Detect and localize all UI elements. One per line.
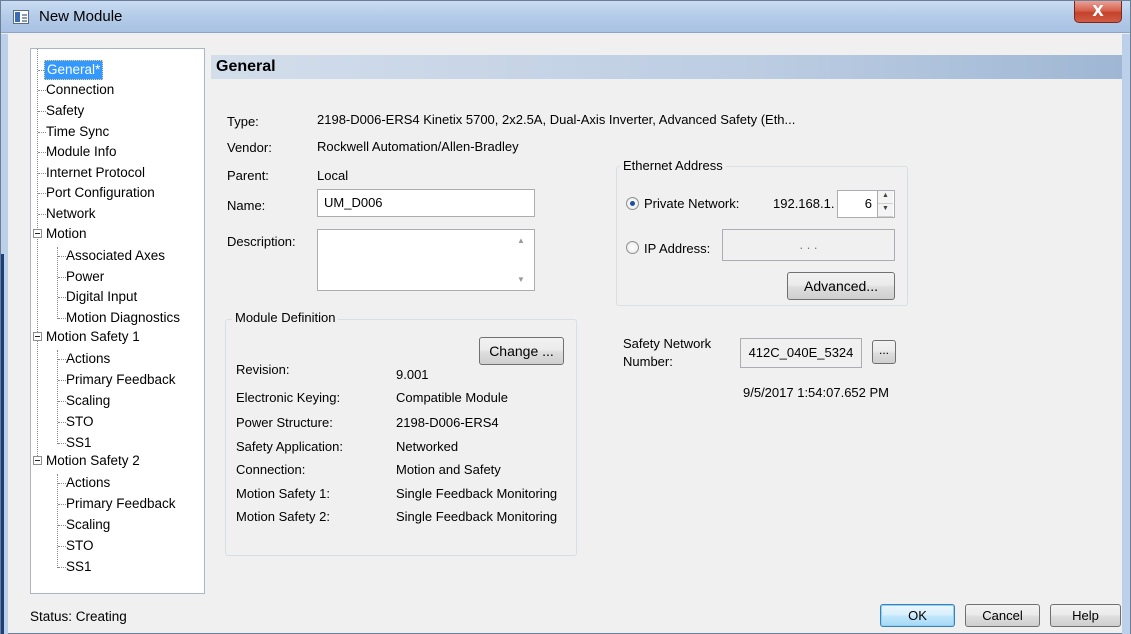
tree-item-network[interactable]: Network: [44, 204, 98, 224]
motion-safety-2-value: Single Feedback Monitoring: [396, 509, 558, 524]
private-network-octet: 6: [864, 196, 872, 211]
tree-item-motion-safety-1[interactable]: Motion Safety 1: [44, 327, 142, 347]
tree-item-motion[interactable]: Motion: [44, 224, 89, 244]
revision-value: 9.001: [396, 367, 429, 382]
tree-item-internet-protocol[interactable]: Internet Protocol: [44, 163, 147, 183]
motion-safety-1-label: Motion Safety 1:: [236, 486, 330, 501]
ethernet-address-title: Ethernet Address: [620, 158, 726, 173]
window-right-border: [1122, 34, 1130, 634]
new-module-dialog: New Module X General* Connection Safety …: [0, 0, 1131, 634]
power-structure-label: Power Structure:: [236, 415, 333, 430]
type-value: 2198-D006-ERS4 Kinetix 5700, 2x2.5A, Dua…: [317, 112, 796, 127]
safety-network-browse-button[interactable]: ...: [872, 340, 896, 364]
module-definition-title: Module Definition: [232, 310, 339, 325]
status-text: Status: Creating: [30, 609, 127, 624]
tree-item-associated-axes[interactable]: Associated Axes: [64, 246, 167, 266]
tree-connector: [57, 474, 58, 568]
tree-item-ms2-primary-feedback[interactable]: Primary Feedback: [64, 494, 178, 514]
scroll-down-icon[interactable]: ▼: [517, 275, 525, 284]
change-button[interactable]: Change ...: [479, 337, 564, 365]
power-structure-value: 2198-D006-ERS4: [396, 415, 499, 430]
ok-button[interactable]: OK: [880, 604, 955, 627]
safety-application-label: Safety Application:: [236, 439, 343, 454]
page-title: General: [211, 55, 1122, 79]
window-left-border: [1, 34, 8, 634]
scroll-up-icon[interactable]: ▲: [517, 236, 525, 245]
window-title: New Module: [39, 8, 123, 25]
connection-value: Motion and Safety: [396, 462, 501, 477]
ip-address-input[interactable]: . . .: [722, 229, 895, 261]
safety-network-timestamp: 9/5/2017 1:54:07.652 PM: [743, 385, 890, 400]
tree-item-ms1-primary-feedback[interactable]: Primary Feedback: [64, 370, 178, 390]
tree-item-motion-diagnostics[interactable]: Motion Diagnostics: [64, 308, 182, 328]
tree-item-ms1-actions[interactable]: Actions: [64, 349, 112, 369]
collapse-motion-safety-2-icon[interactable]: [33, 456, 42, 465]
window-icon: [13, 10, 29, 24]
revision-label: Revision:: [236, 362, 290, 377]
spin-up-icon[interactable]: ▲: [878, 191, 893, 204]
octet-spinner[interactable]: ▲ ▼: [877, 191, 893, 217]
tree-item-ms1-scaling[interactable]: Scaling: [64, 391, 112, 411]
vendor-value: Rockwell Automation/Allen-Bradley: [317, 139, 519, 154]
ip-address-label[interactable]: IP Address:: [644, 241, 710, 256]
private-network-prefix: 192.168.1.: [773, 196, 835, 211]
tree-item-motion-safety-2[interactable]: Motion Safety 2: [44, 451, 142, 471]
private-network-radio[interactable]: [626, 197, 639, 210]
category-tree[interactable]: General* Connection Safety Time Sync Mod…: [30, 48, 205, 594]
tree-item-module-info[interactable]: Module Info: [44, 142, 119, 162]
safety-network-label-line2: Number:: [623, 354, 673, 369]
electronic-keying-value: Compatible Module: [396, 390, 509, 405]
tree-item-safety[interactable]: Safety: [44, 101, 86, 121]
tree-connector: [57, 350, 58, 444]
tree-item-ms2-scaling[interactable]: Scaling: [64, 515, 112, 535]
tree-item-ms1-sto[interactable]: STO: [64, 412, 96, 432]
tree-connector: [57, 247, 58, 319]
connection-label: Connection:: [236, 462, 306, 477]
private-network-label[interactable]: Private Network:: [644, 196, 739, 211]
title-bar[interactable]: New Module X: [1, 1, 1130, 33]
type-label: Type:: [227, 114, 259, 129]
collapse-motion-safety-1-icon[interactable]: [33, 332, 42, 341]
tree-item-power[interactable]: Power: [64, 267, 106, 287]
parent-value: Local: [317, 168, 349, 183]
tree-item-ms2-sto[interactable]: STO: [64, 536, 96, 556]
advanced-button[interactable]: Advanced...: [787, 272, 895, 300]
tree-item-general[interactable]: General*: [44, 60, 104, 80]
help-button[interactable]: Help: [1050, 604, 1121, 627]
safety-network-label-line1: Safety Network: [623, 336, 712, 351]
name-label: Name:: [227, 198, 266, 213]
motion-safety-1-value: Single Feedback Monitoring: [396, 486, 558, 501]
vendor-label: Vendor:: [227, 140, 272, 155]
tree-item-time-sync[interactable]: Time Sync: [44, 122, 111, 142]
ip-address-radio[interactable]: [626, 241, 639, 254]
motion-safety-2-label: Motion Safety 2:: [236, 509, 330, 524]
safety-application-value: Networked: [396, 439, 459, 454]
safety-network-number-field: 412C_040E_5324: [740, 338, 862, 368]
parent-label: Parent:: [227, 168, 269, 183]
tree-item-ms1-ss1[interactable]: SS1: [64, 433, 94, 453]
name-input[interactable]: UM_D006: [317, 189, 535, 217]
cancel-button[interactable]: Cancel: [965, 604, 1040, 627]
description-label: Description:: [227, 234, 296, 249]
electronic-keying-label: Electronic Keying:: [236, 390, 341, 405]
tree-item-digital-input[interactable]: Digital Input: [64, 287, 139, 307]
collapse-motion-icon[interactable]: [33, 229, 42, 238]
description-textarea[interactable]: [317, 229, 535, 291]
tree-item-port-configuration[interactable]: Port Configuration: [44, 183, 157, 203]
close-button[interactable]: X: [1074, 1, 1122, 23]
spin-down-icon[interactable]: ▼: [878, 204, 893, 217]
tree-item-connection[interactable]: Connection: [44, 80, 116, 100]
tree-item-ms2-ss1[interactable]: SS1: [64, 557, 94, 577]
tree-item-ms2-actions[interactable]: Actions: [64, 473, 112, 493]
